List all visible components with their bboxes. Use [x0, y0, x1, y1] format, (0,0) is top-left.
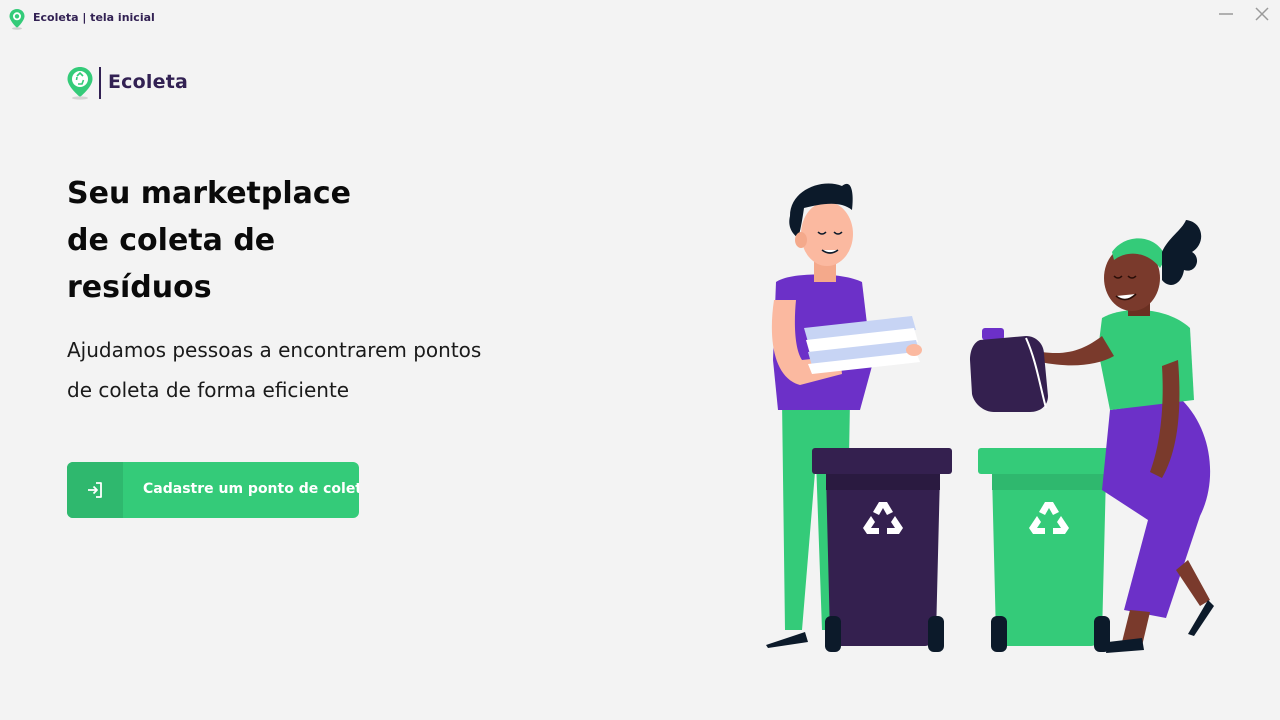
login-arrow-icon [88, 482, 102, 498]
recycle-pin-icon [67, 67, 93, 100]
headline-line: resíduos [67, 270, 212, 305]
brand-name: Ecoleta [108, 71, 188, 93]
logo-divider [99, 67, 101, 99]
register-collection-point-button[interactable]: Cadastre um ponto de coleta [67, 462, 359, 518]
page-subtitle: Ajudamos pessoas a encontrarem pontos de… [67, 330, 537, 410]
people-recycling-illustration [766, 183, 1214, 653]
title-bar: Ecoleta | tela inicial [0, 0, 1280, 34]
close-icon[interactable] [1251, 6, 1273, 24]
cta-icon-container [67, 462, 123, 518]
headline-line: Seu marketplace [67, 176, 352, 211]
headline-line: de coleta de [67, 223, 276, 258]
minimize-icon[interactable] [1215, 6, 1237, 24]
cta-label: Cadastre um ponto de coleta [143, 481, 359, 497]
ecoleta-logo: Ecoleta [66, 66, 196, 102]
app-logo-icon [9, 9, 25, 30]
window-title: Ecoleta | tela inicial [33, 11, 155, 24]
page-headline: Seu marketplace de coleta de resíduos [67, 170, 427, 311]
subtitle-line: Ajudamos pessoas a encontrarem pontos [67, 338, 482, 362]
subtitle-line: de coleta de forma eficiente [67, 378, 350, 402]
